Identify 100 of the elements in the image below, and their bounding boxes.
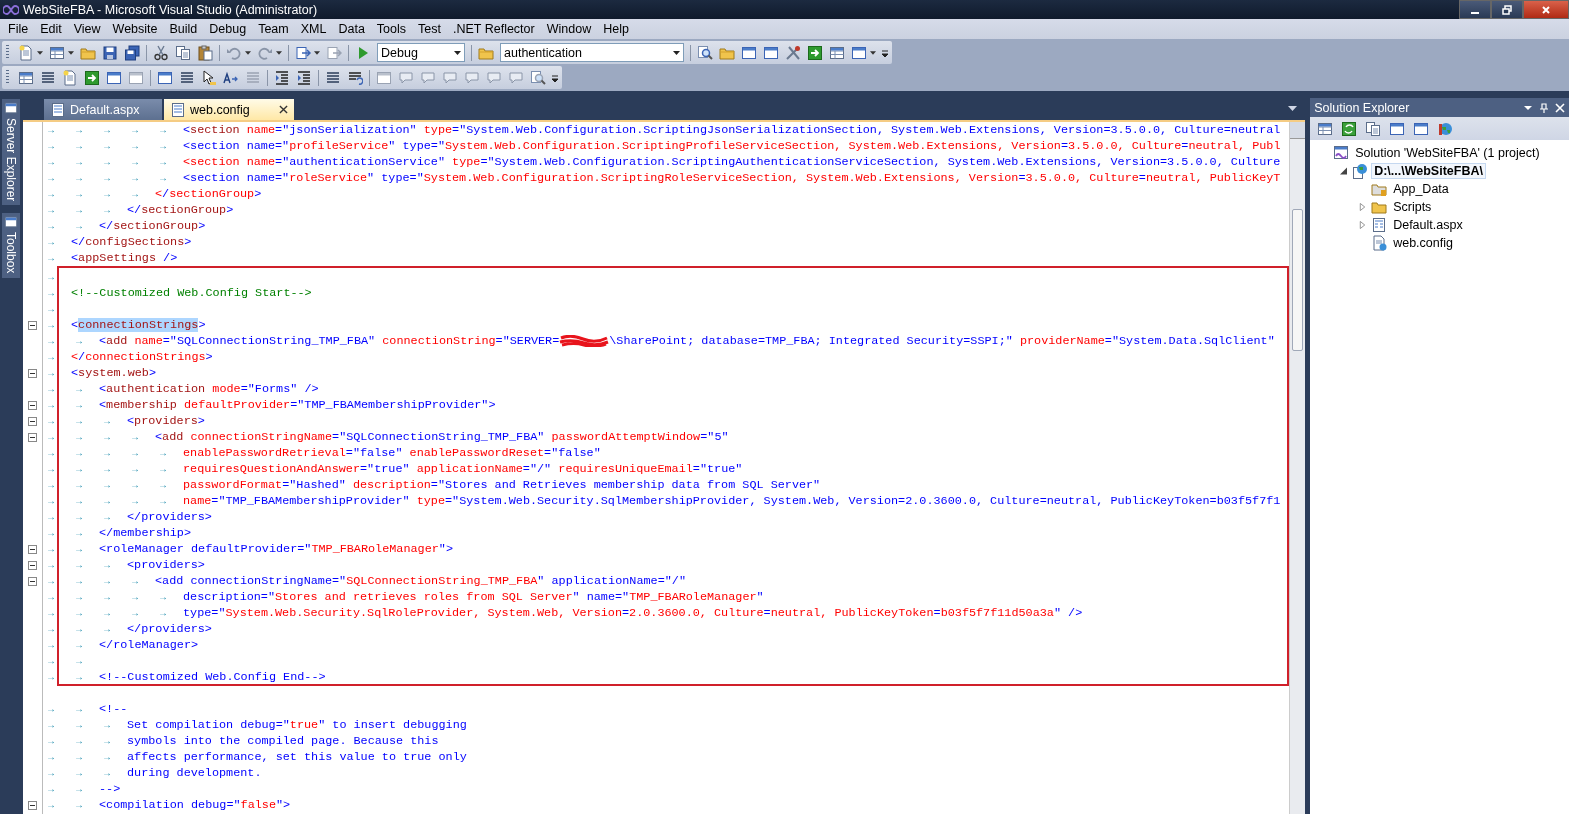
menu-item[interactable]: Help [597, 22, 635, 36]
find-dropdown[interactable]: authentication [500, 43, 684, 62]
side-tab[interactable]: Server Explorer [2, 99, 20, 206]
code-line: → → [47, 655, 83, 667]
save-all-icon[interactable] [124, 44, 140, 61]
caret-icon[interactable] [68, 50, 74, 55]
globe-icon[interactable] [1437, 120, 1454, 137]
code-line: → → → <providers> [47, 558, 205, 572]
indent-icon[interactable] [296, 69, 312, 86]
collapse-icon[interactable] [28, 432, 37, 442]
cursor-icon[interactable] [201, 69, 217, 86]
table-icon[interactable] [1317, 120, 1334, 137]
collapse-icon[interactable] [28, 800, 37, 810]
menu-item[interactable]: Data [332, 22, 371, 36]
collapse-icon[interactable] [28, 320, 37, 330]
menu-item[interactable]: Build [163, 22, 204, 36]
close-button[interactable] [1523, 0, 1569, 19]
menu-item[interactable]: View [67, 22, 107, 36]
tree-item[interactable]: D:\...\WebSiteFBA\ [1371, 163, 1486, 179]
configuration-dropdown[interactable]: Debug [377, 43, 465, 62]
collapse-icon[interactable] [28, 400, 37, 410]
toolbar-grip[interactable] [6, 70, 9, 85]
close-icon [1541, 4, 1551, 15]
page-arrow-icon[interactable] [295, 44, 311, 61]
comment-icon[interactable] [347, 69, 363, 86]
menu-item[interactable]: Team [252, 22, 295, 36]
window-icon[interactable] [1389, 120, 1406, 137]
collapse-icon[interactable] [28, 416, 37, 426]
collapsed-arrow-icon[interactable] [1358, 221, 1366, 229]
side-tab[interactable]: Toolbox [2, 213, 20, 278]
menu-item[interactable]: File [2, 22, 35, 36]
caret-icon[interactable] [870, 50, 876, 55]
close-icon[interactable] [279, 105, 288, 114]
code-line: → <appSettings /> [47, 251, 178, 265]
table-icon[interactable] [49, 44, 65, 61]
table-icon[interactable] [18, 69, 34, 86]
code-line: → → → → → enablePasswordRetrieval="false" enablePasswordReset="false" [47, 446, 601, 460]
caret-icon[interactable] [245, 50, 251, 55]
menu-item[interactable]: Debug [203, 22, 253, 36]
menu-item[interactable]: Edit [34, 22, 68, 36]
code-line: → → → → </sectionGroup> [47, 187, 262, 201]
code-line: → → <membership defaultProvider="TMP_FBAMembershipProvider"> [47, 398, 496, 412]
scissors-icon[interactable] [153, 44, 169, 61]
copy-icon[interactable] [1365, 120, 1382, 137]
caret-icon[interactable] [673, 50, 680, 55]
tree-item[interactable]: Scripts [1390, 199, 1435, 215]
table-icon [4, 101, 18, 115]
minimize-button[interactable] [1459, 0, 1491, 19]
pin-icon[interactable] [1539, 102, 1549, 113]
code-line: → [47, 271, 55, 283]
tree-item[interactable]: Solution 'WebSiteFBA' (1 project) [1352, 145, 1543, 161]
window-icon[interactable] [851, 44, 867, 61]
collapse-icon[interactable] [28, 544, 37, 554]
search-icon[interactable] [530, 69, 546, 86]
code-line: → → → </providers> [47, 622, 212, 636]
list-icon[interactable] [179, 69, 195, 86]
expanded-arrow-icon[interactable] [1339, 167, 1347, 175]
menu-item[interactable]: Tools [370, 22, 413, 36]
list-icon[interactable] [325, 69, 341, 86]
window-icon[interactable] [106, 69, 122, 86]
menu-item[interactable]: XML [294, 22, 333, 36]
tree-item[interactable]: web.config [1390, 235, 1456, 251]
window-icon[interactable] [741, 44, 757, 61]
collapse-icon[interactable] [28, 576, 37, 586]
restore-button[interactable] [1491, 0, 1523, 19]
window-icon[interactable] [1413, 120, 1430, 137]
code-line: → → → → <add connectionStringName="SQLConnectionString_TMP_FBA" applicationName="/" [47, 574, 686, 588]
copy-icon[interactable] [175, 44, 191, 61]
collapse-icon[interactable] [28, 560, 37, 570]
tree-item[interactable]: Default.aspx [1390, 217, 1466, 233]
dropdown-arrow-icon[interactable] [1288, 106, 1298, 112]
refresh-icon[interactable] [1341, 120, 1358, 137]
save-icon[interactable] [102, 44, 118, 61]
table-icon[interactable] [829, 44, 845, 61]
document-tab[interactable]: web.config [164, 99, 294, 120]
search-icon[interactable] [697, 44, 713, 61]
indent-icon[interactable] [274, 69, 290, 86]
paste-icon[interactable] [197, 44, 213, 61]
document-tab[interactable]: Default.aspx [44, 99, 162, 120]
code-line: → <system.web> [47, 366, 156, 380]
caret-icon[interactable] [276, 50, 282, 55]
toolbar-grip[interactable] [6, 45, 9, 60]
caret-icon[interactable] [314, 50, 320, 55]
window-icon[interactable] [763, 44, 779, 61]
collapsed-arrow-icon[interactable] [1358, 203, 1366, 211]
caret-icon[interactable] [454, 50, 461, 55]
window-icon[interactable] [157, 69, 173, 86]
menu-item[interactable]: .NET Reflector [446, 22, 541, 36]
list-icon[interactable] [40, 69, 56, 86]
menu-item[interactable]: Test [412, 22, 447, 36]
document-icon[interactable] [62, 69, 78, 86]
caret-icon[interactable] [37, 50, 43, 55]
page-icon [170, 101, 186, 118]
tree-item[interactable]: App_Data [1390, 181, 1452, 197]
menu-item[interactable]: Website [106, 22, 164, 36]
menu-item[interactable]: Window [540, 22, 598, 36]
collapse-icon[interactable] [28, 368, 37, 378]
scrollbar[interactable] [1289, 122, 1306, 814]
code-line: → → → → → <section name="authenticationService" type="System.Web.Configuration.ScriptingAuthenticationServiceSection, System.Web.Extensions, Version=3.5.0.0, Culture [47, 155, 1281, 169]
code-line: → → → → → requiresQuestionAndAnswer="true" applicationName="/" requiresUniqueEmail="true" [47, 462, 743, 476]
